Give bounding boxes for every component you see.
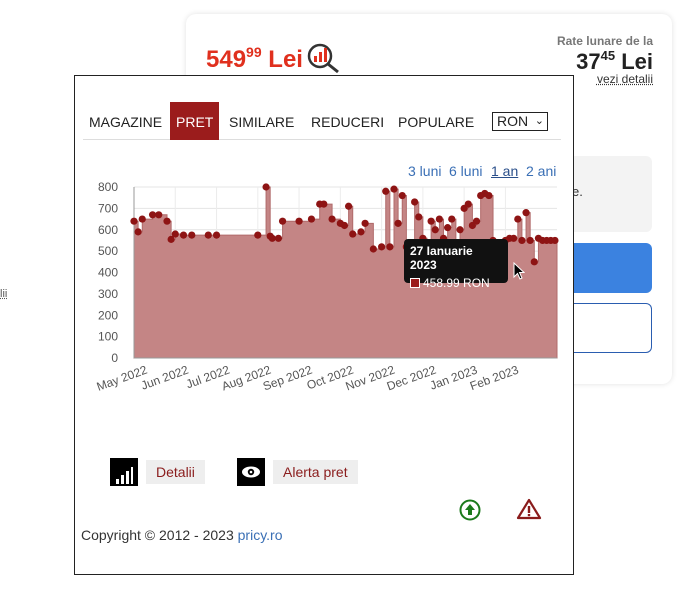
price-point	[390, 185, 398, 193]
rate-details-link[interactable]: vezi detalii	[597, 72, 653, 86]
y-tick-label: 600	[98, 223, 118, 237]
price-decimals: 99	[246, 44, 262, 60]
rate-label: Rate lunare de la	[556, 34, 653, 48]
price-point	[171, 230, 179, 238]
popup-tabs: MAGAZINE PRET SIMILARE REDUCERI POPULARE…	[83, 102, 561, 140]
price-point	[431, 226, 439, 234]
pricy-link[interactable]: pricy.ro	[238, 527, 283, 543]
warning-report-icon[interactable]	[516, 498, 542, 520]
details-label: Detalii	[146, 460, 205, 484]
price-point	[378, 243, 386, 251]
mouse-pointer-icon	[513, 262, 525, 280]
price-point	[278, 217, 287, 225]
price-point	[369, 245, 377, 253]
price-point	[138, 215, 146, 223]
y-tick-label: 0	[111, 351, 118, 365]
signal-bars-icon	[110, 458, 138, 486]
price-point	[268, 234, 276, 242]
price-point	[212, 231, 221, 239]
currency-select[interactable]: RON ⌄	[492, 112, 548, 131]
y-tick-label: 200	[98, 308, 118, 322]
eye-icon	[237, 458, 265, 486]
x-tick-label: Jun 2022	[139, 363, 190, 393]
price-point	[134, 228, 142, 236]
price-point	[130, 217, 138, 225]
price-point	[526, 236, 534, 245]
price-point	[163, 217, 171, 225]
price-alert-button[interactable]: Alerta pret	[237, 458, 358, 486]
price-point	[274, 234, 283, 242]
price-chart: 0100200300400500600700800May 2022Jun 202…	[95, 180, 559, 394]
price-point	[188, 231, 196, 239]
left-link-fragment[interactable]: lii	[0, 288, 7, 300]
price-point	[320, 200, 328, 208]
price-point	[262, 183, 270, 191]
price-point	[357, 228, 365, 236]
price-point	[344, 202, 353, 210]
price-currency: Lei	[268, 46, 303, 73]
y-tick-label: 700	[98, 201, 118, 215]
y-tick-label: 400	[98, 266, 118, 280]
rate-currency: Lei	[621, 49, 653, 74]
price-point	[394, 219, 402, 227]
rate-integer: 37	[576, 49, 601, 74]
rate-decimals: 45	[600, 48, 616, 63]
y-tick-label: 500	[98, 244, 118, 258]
currency-selected: RON	[497, 113, 529, 129]
price-point	[349, 230, 357, 238]
y-tick-label: 800	[98, 180, 118, 194]
price-point	[435, 215, 443, 223]
price-point	[204, 231, 212, 239]
price-point	[448, 215, 456, 223]
price-point	[386, 243, 394, 251]
details-button[interactable]: Detalii	[110, 458, 205, 486]
price-integer: 549	[206, 46, 247, 73]
chart-tooltip: 27 Ianuarie 2023 458.99 RON	[404, 239, 508, 290]
price-point	[307, 215, 316, 223]
tooltip-value: 458.99 RON	[423, 276, 490, 290]
price-alert-label: Alerta pret	[273, 460, 358, 484]
price-point	[510, 234, 518, 242]
price-point	[411, 198, 419, 206]
price-point	[522, 209, 530, 217]
tab-reduceri[interactable]: REDUCERI	[305, 102, 390, 140]
price-point	[427, 217, 435, 225]
y-tick-label: 300	[98, 287, 118, 301]
price-point	[340, 221, 349, 230]
price-point	[464, 200, 472, 208]
price-point	[361, 219, 369, 227]
price-point	[415, 213, 423, 221]
price-point	[518, 236, 526, 245]
tab-similare[interactable]: SIMILARE	[223, 102, 300, 140]
tooltip-date: 27 Ianuarie 2023	[410, 244, 473, 272]
price-point	[444, 224, 452, 232]
tab-magazine[interactable]: MAGAZINE	[83, 102, 168, 140]
price-point	[382, 187, 390, 195]
price-point	[514, 215, 522, 223]
price-point	[328, 215, 336, 223]
price-point	[485, 191, 493, 200]
price-point	[254, 231, 262, 239]
rate-value: 3745 Lei	[576, 48, 653, 75]
scroll-up-icon[interactable]	[459, 499, 481, 521]
copyright-text: Copyright © 2012 - 2023	[81, 527, 238, 543]
tab-populare[interactable]: POPULARE	[392, 102, 480, 140]
price-point	[551, 236, 559, 245]
tab-pret[interactable]: PRET	[170, 102, 220, 140]
tooltip-swatch	[410, 278, 420, 288]
price-point	[456, 226, 464, 234]
price-point	[398, 191, 406, 200]
chevron-down-icon: ⌄	[534, 115, 544, 127]
price-point	[155, 211, 163, 219]
price-history-logo-icon[interactable]	[306, 42, 342, 74]
price-point	[530, 258, 538, 266]
price-point	[179, 231, 188, 239]
price-history-popup: MAGAZINE PRET SIMILARE REDUCERI POPULARE…	[74, 75, 574, 575]
product-price: 54999 Lei	[206, 44, 303, 74]
y-tick-label: 100	[98, 330, 118, 344]
price-point	[148, 211, 157, 219]
price-point	[295, 217, 303, 225]
price-point	[472, 217, 481, 225]
footer-copyright: Copyright © 2012 - 2023 pricy.ro	[81, 527, 283, 543]
